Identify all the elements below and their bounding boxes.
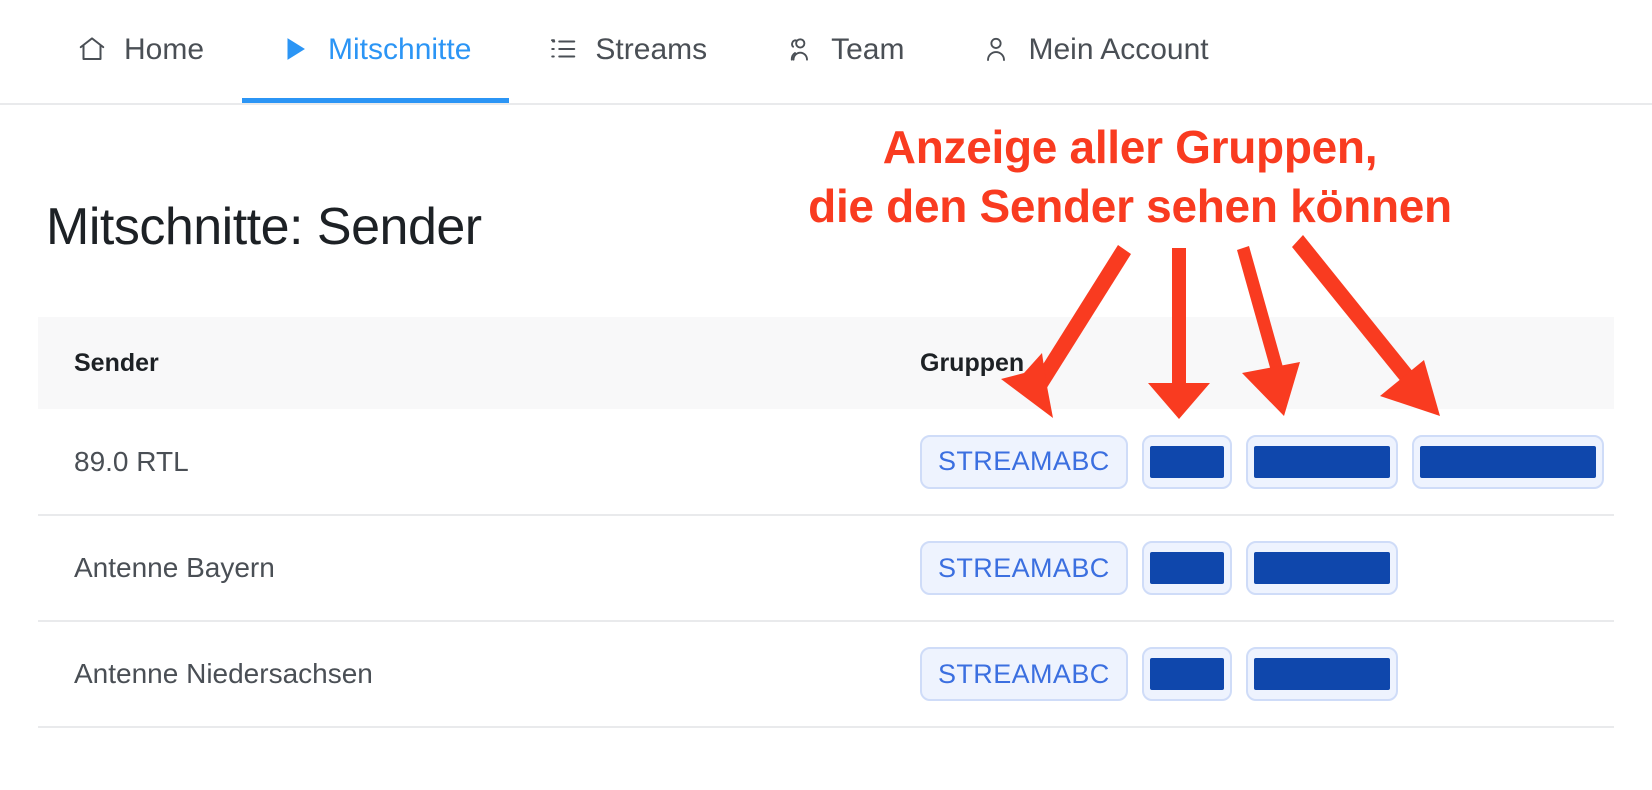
- nav-item-streams[interactable]: Streams: [509, 0, 745, 103]
- page-title: Mitschnitte: Sender: [46, 198, 482, 256]
- group-badge-list: STREAMABC: [920, 434, 1614, 489]
- nav-item-team[interactable]: Team: [745, 0, 942, 103]
- group-badge[interactable]: STREAMABC: [920, 541, 1128, 595]
- group-badge[interactable]: STREAMABC: [920, 434, 1128, 489]
- table-row[interactable]: 89.0 RTL STREAMABC: [38, 409, 1614, 515]
- home-icon: [76, 33, 108, 65]
- nav-item-mitschnitte[interactable]: Mitschnitte: [242, 0, 510, 103]
- main-content: Mitschnitte: Sender Sender Gruppen 89.0 …: [0, 105, 1652, 728]
- group-badge-redacted[interactable]: [1245, 541, 1398, 595]
- group-badge-list: STREAMABC: [920, 541, 1614, 595]
- gruppen-cell: STREAMABC: [914, 621, 1614, 727]
- table-row[interactable]: Antenne Bayern STREAMABC: [38, 515, 1614, 621]
- group-badge-redacted[interactable]: [1141, 541, 1232, 595]
- sender-cell: 89.0 RTL: [74, 445, 189, 477]
- sender-table: Sender Gruppen 89.0 RTL STREAMABC Antenne …: [38, 317, 1614, 728]
- nav-item-home-label: Home: [124, 33, 205, 66]
- nav-item-home[interactable]: Home: [38, 0, 242, 103]
- column-header-sender: Sender: [74, 348, 159, 377]
- nav-item-streams-label: Streams: [595, 33, 708, 66]
- group-badge-redacted[interactable]: [1411, 434, 1604, 489]
- group-badge-redacted[interactable]: [1245, 434, 1398, 489]
- nav-items: Home Mitschnitte Streams Team Mein Accou…: [38, 0, 1247, 103]
- list-icon: [547, 33, 579, 65]
- gruppen-cell: STREAMABC: [914, 515, 1614, 621]
- table-head: Sender Gruppen: [38, 317, 1614, 409]
- sender-cell: Antenne Niedersachsen: [74, 658, 373, 689]
- group-badge-redacted[interactable]: [1141, 647, 1232, 701]
- top-navigation-bar: Home Mitschnitte Streams Team Mein Accou…: [0, 0, 1652, 105]
- table-header-row: Sender Gruppen: [38, 317, 1614, 409]
- users-icon: [783, 33, 815, 65]
- nav-item-team-label: Team: [831, 33, 905, 66]
- sender-cell: Antenne Bayern: [74, 552, 275, 583]
- nav-item-mitschnitte-label: Mitschnitte: [328, 33, 472, 66]
- user-icon: [980, 33, 1012, 65]
- group-badge-list: STREAMABC: [920, 647, 1614, 701]
- table-row[interactable]: Antenne Niedersachsen STREAMABC: [38, 621, 1614, 727]
- nav-item-mein-account[interactable]: Mein Account: [942, 0, 1246, 103]
- column-header-gruppen: Gruppen: [920, 348, 1025, 377]
- play-triangle-icon: [280, 33, 312, 65]
- gruppen-cell: STREAMABC: [914, 409, 1614, 515]
- nav-item-mein-account-label: Mein Account: [1028, 33, 1209, 66]
- group-badge[interactable]: STREAMABC: [920, 647, 1128, 701]
- group-badge-redacted[interactable]: [1141, 434, 1232, 489]
- group-badge-redacted[interactable]: [1245, 647, 1398, 701]
- table-body: 89.0 RTL STREAMABC Antenne Bayern STREAMABC…: [38, 409, 1614, 727]
